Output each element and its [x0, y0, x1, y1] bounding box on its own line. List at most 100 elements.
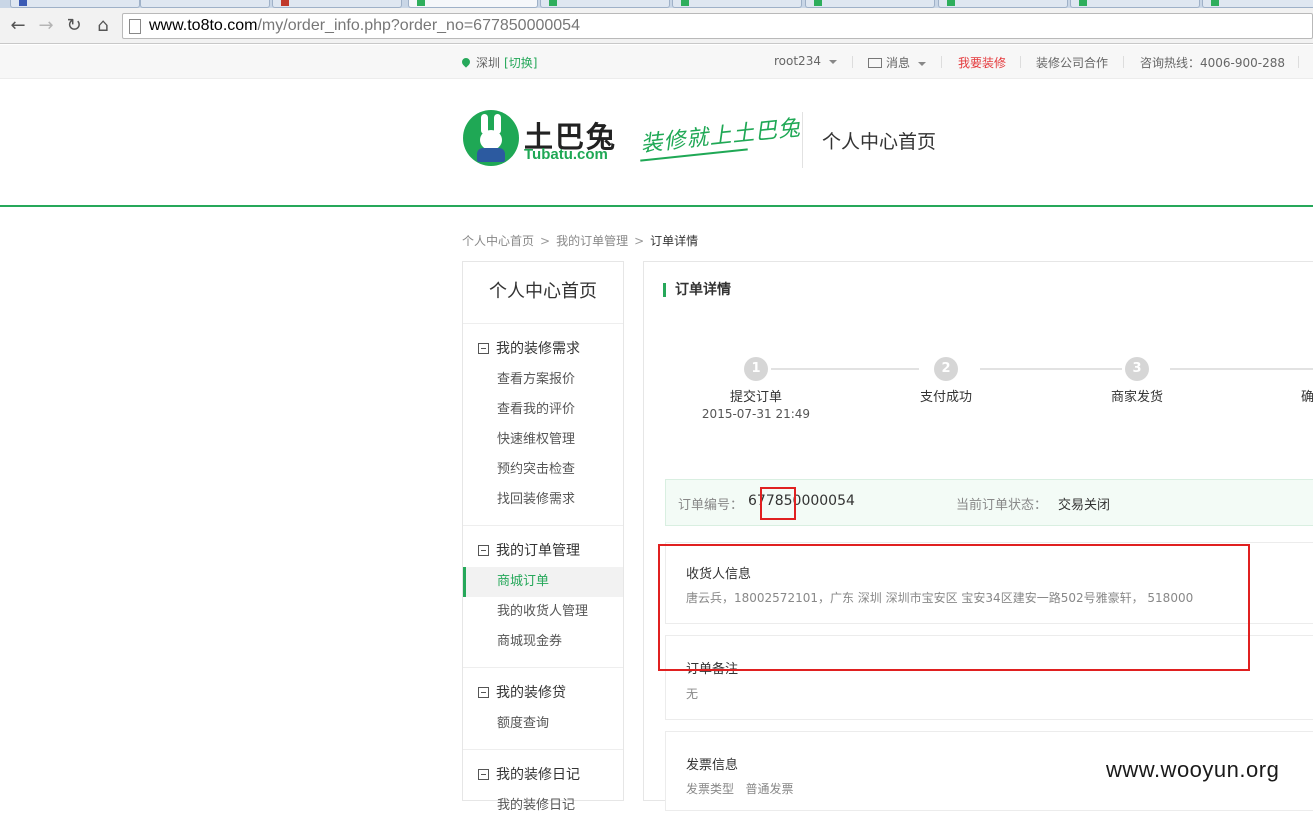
browser-tab[interactable] [672, 0, 802, 8]
sidebar-item-diary[interactable]: 我的装修日记 [463, 791, 623, 821]
decorate-link[interactable]: 我要装修 [958, 54, 1006, 71]
page-title: 个人中心首页 [822, 131, 937, 153]
invoice-type: 发票类型 普通发票 [686, 780, 793, 797]
sidebar-title[interactable]: 个人中心首页 [463, 262, 623, 324]
divider [1123, 56, 1124, 68]
step-time: 2015-07-31 21:49 [701, 407, 811, 421]
invoice-type-label: 发票类型 [686, 782, 735, 796]
city-selector[interactable]: 深圳 [切换] [460, 54, 537, 71]
progress-step: 3 商家发货 [1077, 357, 1197, 405]
collapse-icon [478, 343, 489, 354]
reload-icon[interactable]: ↻ [62, 14, 86, 38]
sidebar-item-rights[interactable]: 快速维权管理 [463, 425, 623, 455]
sidebar-item-coupons[interactable]: 商城现金券 [463, 627, 623, 657]
collapse-icon [478, 769, 489, 780]
sidebar-group-label: 我的装修日记 [496, 767, 580, 783]
progress-step: 确 [1301, 357, 1313, 405]
forward-arrow-icon[interactable]: → [34, 14, 58, 38]
browser-tab-strip [0, 0, 1313, 8]
collapse-icon [478, 687, 489, 698]
sidebar: 个人中心首页 我的装修需求 查看方案报价 查看我的评价 快速维权管理 预约突击检… [462, 261, 624, 813]
chevron-right-icon: > [540, 234, 551, 248]
chevron-right-icon: > [634, 234, 645, 248]
sidebar-group-header[interactable]: 我的装修贷 [463, 683, 623, 703]
sidebar-item-receivers[interactable]: 我的收货人管理 [463, 597, 623, 627]
browser-tab[interactable] [140, 0, 270, 8]
divider [1298, 56, 1299, 68]
step-number: 2 [934, 357, 958, 381]
divider [852, 56, 853, 68]
browser-tab[interactable] [1202, 0, 1313, 8]
messages-menu[interactable]: 消息 [868, 54, 927, 71]
caret-down-icon [918, 61, 927, 66]
order-detail-panel: 订单详情 1 提交订单 2015-07-31 21:49 2 支付成功 3 商家… [643, 261, 1313, 811]
sidebar-item-inspection[interactable]: 预约突击检查 [463, 455, 623, 485]
city-name: 深圳 [476, 56, 501, 70]
user-menu[interactable]: root234 [774, 54, 837, 68]
highlight-box-order-number [760, 487, 796, 520]
progress-step: 1 提交订单 2015-07-31 21:49 [696, 357, 816, 421]
browser-tab[interactable] [938, 0, 1068, 8]
section-title: 订单详情 [663, 283, 731, 297]
url-host: www.to8to.com [149, 17, 258, 34]
invoice-type-value: 普通发票 [745, 782, 794, 796]
username: root234 [774, 54, 821, 68]
highlight-box-receiver [658, 544, 1250, 671]
order-number-label: 订单编号： [678, 498, 744, 513]
breadcrumb-orders[interactable]: 我的订单管理 [556, 234, 628, 248]
order-status: 交易关闭 [1058, 498, 1111, 513]
sidebar-item-quote[interactable]: 查看方案报价 [463, 365, 623, 395]
sidebar-group-label: 我的装修需求 [496, 341, 580, 357]
step-label: 商家发货 [1110, 390, 1163, 405]
hotline: 咨询热线：4006-900-288 [1140, 56, 1286, 70]
url-text: www.to8to.com/my/order_info.php?order_no… [149, 17, 580, 35]
sidebar-item-mall-orders[interactable]: 商城订单 [463, 567, 623, 597]
collapse-icon [478, 545, 489, 556]
back-arrow-icon[interactable]: ← [6, 14, 30, 38]
sidebar-group-header[interactable]: 我的装修日记 [463, 765, 623, 785]
sidebar-group-label: 我的订单管理 [496, 543, 580, 559]
sidebar-group-header[interactable]: 我的订单管理 [463, 541, 623, 561]
step-label: 支付成功 [919, 390, 972, 405]
breadcrumb-home[interactable]: 个人中心首页 [462, 234, 534, 248]
city-switch-link[interactable]: [切换] [504, 56, 537, 70]
divider [941, 56, 942, 68]
remark-value: 无 [686, 687, 699, 701]
sidebar-group-diary: 我的装修日记 我的装修日记 [463, 750, 623, 831]
url-path: /my/order_info.php?order_no=677850000054 [257, 17, 580, 34]
rabbit-logo-icon[interactable] [463, 110, 519, 166]
order-status-label: 当前订单状态： [956, 498, 1048, 513]
browser-tab-active[interactable] [408, 0, 538, 8]
browser-toolbar: ← → ↻ ⌂ www.to8to.com/my/order_info.php?… [0, 8, 1313, 44]
browser-tab[interactable] [805, 0, 935, 8]
browser-tab[interactable] [10, 0, 140, 8]
step-number: 3 [1125, 357, 1149, 381]
cooperate-link[interactable]: 装修公司合作 [1036, 54, 1108, 71]
breadcrumb: 个人中心首页 > 我的订单管理 > 订单详情 [462, 232, 698, 249]
address-bar[interactable]: www.to8to.com/my/order_info.php?order_no… [122, 13, 1313, 39]
mail-icon [868, 58, 882, 68]
breadcrumb-current: 订单详情 [650, 234, 699, 248]
site-header: 土巴兔 Tubatu.com 装修就上土巴兔 个人中心首页 [0, 80, 1313, 207]
sidebar-item-retrieve[interactable]: 找回装修需求 [463, 485, 623, 515]
caret-down-icon [828, 59, 837, 64]
logo-domain: Tubatu.com [524, 146, 608, 163]
browser-tab[interactable] [272, 0, 402, 8]
sidebar-item-credit[interactable]: 额度查询 [463, 709, 623, 739]
browser-tab[interactable] [540, 0, 670, 8]
watermark: www.wooyun.org [1106, 757, 1280, 782]
sidebar-group-needs: 我的装修需求 查看方案报价 查看我的评价 快速维权管理 预约突击检查 找回装修需… [463, 324, 623, 526]
sidebar-item-reviews[interactable]: 查看我的评价 [463, 395, 623, 425]
step-label: 提交订单 [729, 390, 782, 405]
browser-tab[interactable] [1070, 0, 1200, 8]
sidebar-group-orders: 我的订单管理 商城订单 我的收货人管理 商城现金券 [463, 526, 623, 668]
page-icon [129, 19, 141, 34]
home-icon[interactable]: ⌂ [91, 14, 115, 38]
location-pin-icon [460, 56, 472, 68]
messages-label: 消息 [886, 56, 911, 70]
sidebar-group-header[interactable]: 我的装修需求 [463, 339, 623, 359]
site-top-bar: 深圳 [切换] root234 消息 我要装修 装修公司合作 咨询热线：4006-… [0, 45, 1313, 79]
order-progress: 1 提交订单 2015-07-31 21:49 2 支付成功 3 商家发货 确 [644, 357, 1313, 427]
sidebar-group-loan: 我的装修贷 额度查询 [463, 668, 623, 750]
step-label: 确 [1301, 390, 1313, 405]
